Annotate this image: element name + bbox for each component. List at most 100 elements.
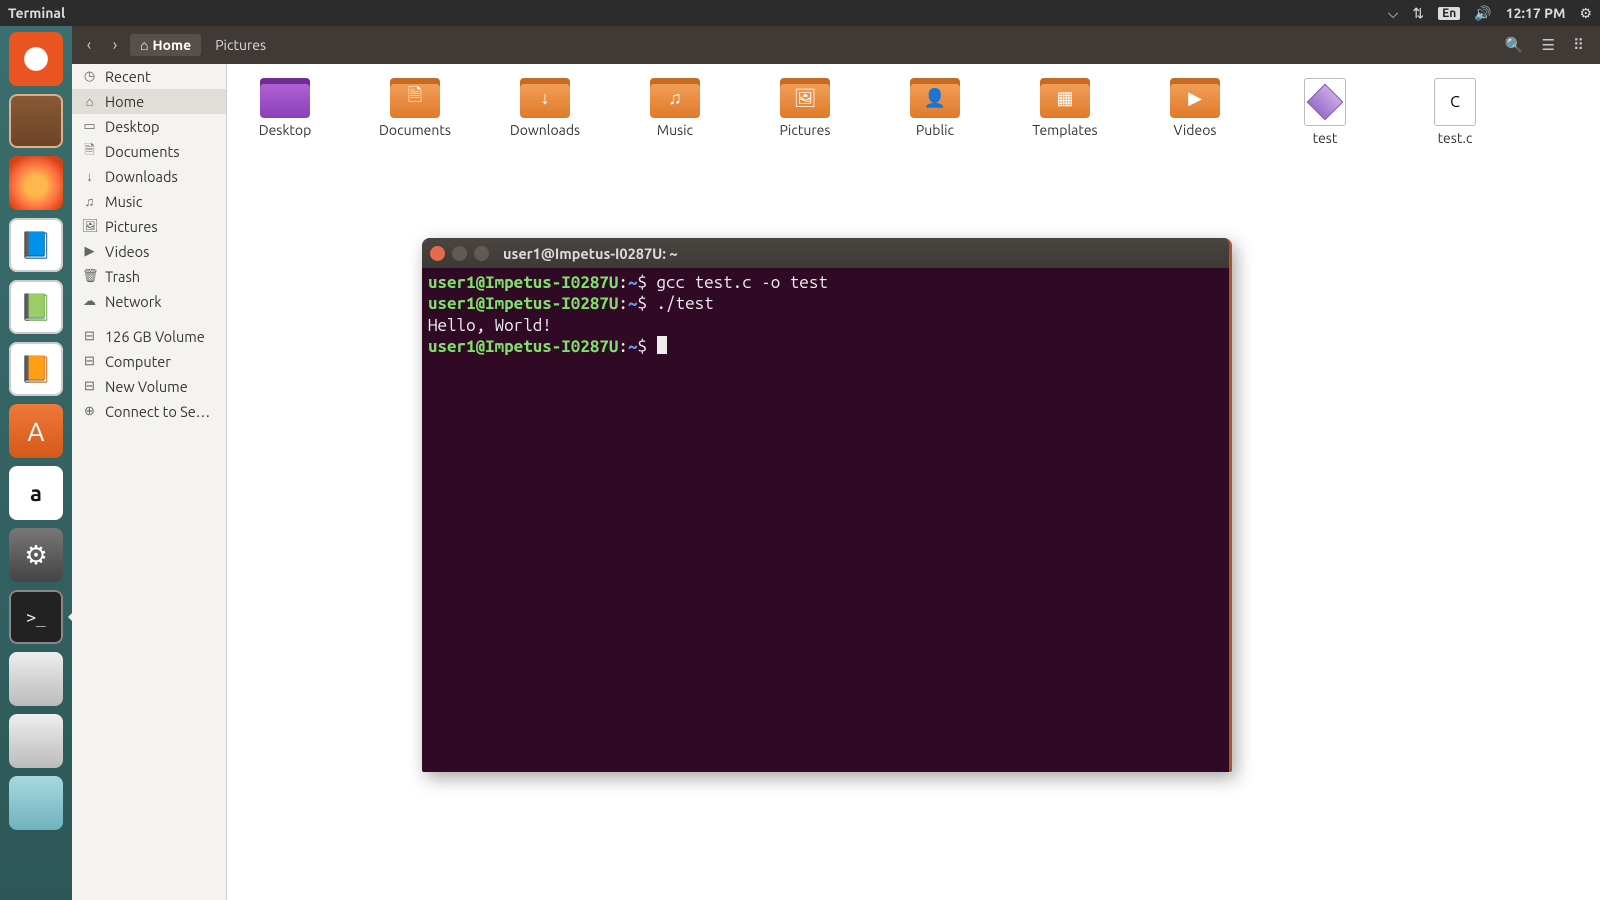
folder-icon: 🗎 [390, 78, 440, 118]
volume-icon[interactable]: 🔊 [1474, 5, 1491, 22]
nav-back-button[interactable]: ‹ [78, 32, 100, 58]
file-item-desktop[interactable]: Desktop [245, 78, 325, 146]
place-network[interactable]: ☁ Network [72, 289, 226, 314]
device-icon: ⊟ [82, 329, 97, 344]
file-item-public[interactable]: 👤 Public [895, 78, 975, 146]
file-label: Downloads [510, 122, 580, 138]
file-label: Music [657, 122, 693, 138]
place-label: Recent [105, 68, 151, 85]
terminal-output[interactable]: user1@Impetus-I0287U:~$ gcc test.c -o te… [422, 268, 1229, 361]
search-icon[interactable]: 🔍 [1505, 36, 1524, 54]
terminal-cursor [657, 336, 667, 354]
home-icon: ⌂ [140, 37, 148, 53]
device-label: Connect to Se… [105, 403, 210, 420]
place-label: Desktop [105, 118, 159, 135]
file-item-videos[interactable]: ▶Videos [1155, 78, 1235, 146]
launcher-dash[interactable] [9, 32, 63, 86]
file-label: test.c [1438, 130, 1473, 146]
launcher-drive-1[interactable] [9, 652, 63, 706]
launcher-amazon[interactable]: a [9, 466, 63, 520]
file-item-downloads[interactable]: ↓ Downloads [505, 78, 585, 146]
terminal-title: user1@Impetus-I0287U: ~ [503, 245, 678, 262]
file-item-music[interactable]: ♫ Music [635, 78, 715, 146]
active-app-title: Terminal [8, 5, 65, 21]
view-list-icon[interactable]: ☰ [1542, 36, 1555, 54]
folder-icon: ↓ [520, 78, 570, 118]
place-downloads[interactable]: ↓ Downloads [72, 164, 226, 189]
place-label: Network [105, 293, 162, 310]
place-documents[interactable]: 🗎Documents [72, 139, 226, 164]
place-trash[interactable]: 🗑Trash [72, 264, 226, 289]
file-label: Public [916, 122, 954, 138]
launcher-terminal[interactable]: >_ [9, 590, 63, 644]
file-item-test[interactable]: test [1285, 78, 1365, 146]
place-icon: ↓ [82, 169, 97, 184]
launcher-trash[interactable] [9, 776, 63, 830]
place-icon: ▶ [82, 244, 97, 259]
place-desktop[interactable]: ▭ Desktop [72, 114, 226, 139]
device-item[interactable]: ⊟ New Volume [72, 374, 226, 399]
c-source-icon: C [1434, 78, 1476, 126]
launcher-libreoffice-calc[interactable]: 📗 [9, 280, 63, 334]
unity-launcher: 📘 📗 📙 A a ⚙ >_ [0, 26, 72, 900]
folder-icon [260, 78, 310, 118]
device-item[interactable]: ⊟126 GB Volume [72, 324, 226, 349]
device-label: New Volume [105, 378, 188, 395]
executable-icon [1304, 78, 1346, 126]
nav-forward-button[interactable]: › [104, 32, 126, 58]
breadcrumb-pictures[interactable]: Pictures [205, 34, 276, 56]
launcher-libreoffice-writer[interactable]: 📘 [9, 218, 63, 272]
place-pictures[interactable]: 🖼Pictures [72, 214, 226, 239]
top-menubar: Terminal ⌵ ⇅ En 🔊 12:17 PM ⚙ [0, 0, 1600, 26]
terminal-window[interactable]: user1@Impetus-I0287U: ~ user1@Impetus-I0… [422, 238, 1232, 772]
folder-icon: 👤 [910, 78, 960, 118]
file-label: Desktop [259, 122, 312, 138]
breadcrumb-pictures-label: Pictures [215, 37, 266, 53]
place-music[interactable]: ♫Music [72, 189, 226, 214]
window-maximize-button[interactable] [474, 246, 489, 261]
file-item-test-c[interactable]: Ctest.c [1415, 78, 1495, 146]
file-label: Pictures [780, 122, 831, 138]
place-home[interactable]: ⌂Home [72, 89, 226, 114]
file-item-documents[interactable]: 🗎 Documents [375, 78, 455, 146]
device-icon: ⊟ [82, 379, 97, 394]
window-close-button[interactable] [430, 246, 445, 261]
input-language-indicator[interactable]: En [1438, 7, 1460, 20]
terminal-titlebar[interactable]: user1@Impetus-I0287U: ~ [422, 238, 1229, 268]
breadcrumb-home[interactable]: ⌂ Home [130, 34, 201, 56]
system-tray: ⌵ ⇅ En 🔊 12:17 PM ⚙ [1388, 5, 1592, 22]
window-minimize-button[interactable] [452, 246, 467, 261]
files-places-sidebar: ◷ Recent ⌂Home ▭ Desktop 🗎Documents ↓ Downloads… [72, 64, 227, 900]
launcher-libreoffice-impress[interactable]: 📙 [9, 342, 63, 396]
place-videos[interactable]: ▶ Videos [72, 239, 226, 264]
view-grid-icon[interactable]: ⠿ [1573, 36, 1584, 54]
launcher-software-center[interactable]: A [9, 404, 63, 458]
place-icon: ▭ [82, 119, 97, 134]
breadcrumb-home-label: Home [152, 37, 191, 53]
clock[interactable]: 12:17 PM [1506, 5, 1566, 21]
launcher-drive-2[interactable] [9, 714, 63, 768]
place-label: Downloads [105, 168, 178, 185]
folder-icon: ♫ [650, 78, 700, 118]
device-icon: ⊕ [82, 404, 97, 419]
place-label: Videos [105, 243, 149, 260]
place-label: Documents [105, 143, 180, 160]
place-label: Home [105, 93, 144, 110]
network-icon[interactable]: ⇅ [1412, 5, 1424, 22]
folder-icon: 🖼 [780, 78, 830, 118]
launcher-settings[interactable]: ⚙ [9, 528, 63, 582]
files-toolbar-tools: 🔍 ☰ ⠿ [1505, 36, 1594, 54]
place-icon: ☁ [82, 294, 97, 309]
file-label: Templates [1032, 122, 1097, 138]
launcher-files[interactable] [9, 94, 63, 148]
launcher-firefox[interactable] [9, 156, 63, 210]
device-item[interactable]: ⊟Computer [72, 349, 226, 374]
place-recent[interactable]: ◷ Recent [72, 64, 226, 89]
file-item-templates[interactable]: ▦Templates [1025, 78, 1105, 146]
file-label: Documents [379, 122, 451, 138]
place-icon: ◷ [82, 69, 97, 84]
device-item[interactable]: ⊕ Connect to Se… [72, 399, 226, 424]
power-icon[interactable]: ⚙ [1579, 5, 1592, 22]
bluetooth-icon[interactable]: ⌵ [1388, 5, 1399, 22]
file-item-pictures[interactable]: 🖼 Pictures [765, 78, 845, 146]
